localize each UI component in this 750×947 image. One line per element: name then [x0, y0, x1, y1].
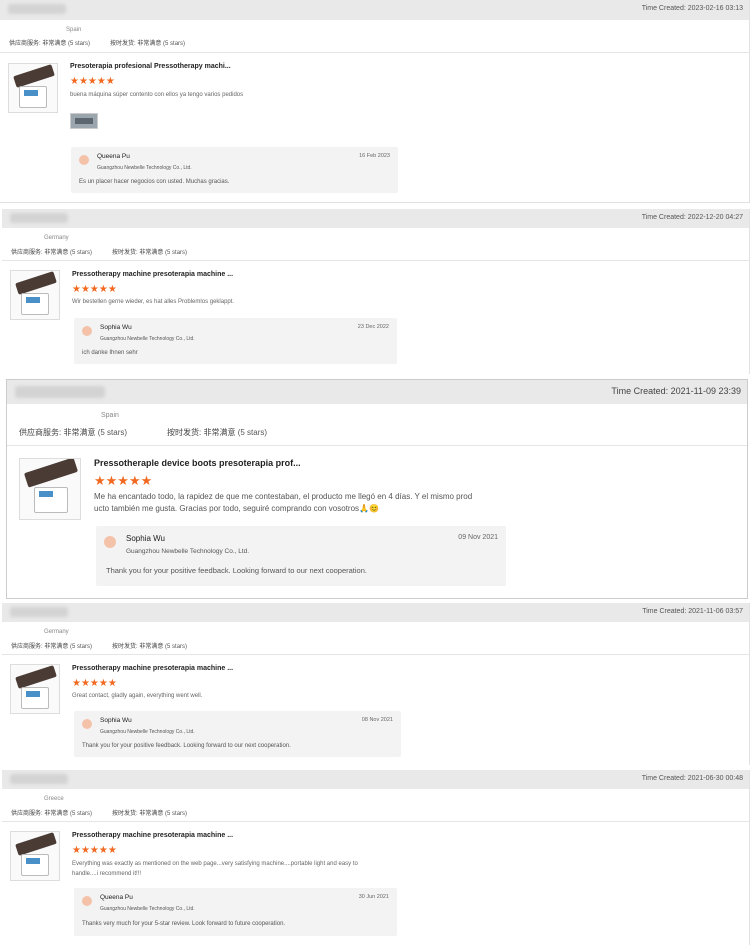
reviewer-name-blurred: [10, 213, 68, 223]
divider: [2, 654, 749, 655]
review-card: Time Created: 2022-12-20 04:27 Germany 供…: [2, 209, 750, 374]
time-created: Time Created: 2021-11-06 03:57: [642, 608, 743, 615]
supplier-service-rating: 供应商服务: 非常满意: [19, 428, 96, 437]
reply-company: Guangzhou Newbelle Technology Co., Ltd.: [100, 729, 195, 735]
reply-author: Sophia Wu: [100, 717, 132, 724]
ontime-shipping-rating: 按时发货: 非常满意: [167, 428, 236, 437]
rating-summary: 供应商服务: 非常满意 (5 stars) 按时发货: 非常满意 (5 star…: [11, 250, 188, 256]
reply-text: Thank you for your positive feedback. Lo…: [106, 566, 367, 575]
review-comment-line1: Me ha encantado todo, la rapidez de que …: [94, 492, 473, 501]
reply-company: Guangzhou Newbelle Technology Co., Ltd.: [97, 165, 192, 171]
supplier-logo-icon: [79, 155, 89, 165]
product-title-link[interactable]: Presoterapia profesional Pressotherapy m…: [70, 63, 231, 70]
divider: [2, 260, 749, 261]
reviewer-name-blurred: [15, 386, 105, 398]
reviewer-name-blurred: [8, 4, 66, 14]
reply-author: Sophia Wu: [126, 534, 165, 543]
reply-date: 23 Dec 2022: [357, 324, 389, 330]
reply-date: 09 Nov 2021: [458, 534, 498, 541]
review-stars: ★★★★★: [72, 678, 117, 689]
reply-company: Guangzhou Newbelle Technology Co., Ltd.: [100, 906, 195, 912]
rating-summary: 供应商服务: 非常满意 (5 stars) 按时发货: 非常满意 (5 star…: [11, 811, 188, 817]
supplier-service-rating: 供应商服务: 非常满意: [11, 250, 69, 256]
reviewer-country: Spain: [66, 27, 82, 33]
product-thumbnail[interactable]: [19, 458, 81, 520]
supplier-service-rating: 供应商服务: 非常满意: [9, 41, 67, 47]
product-title-link[interactable]: Pressotherapy machine presoterapia machi…: [72, 665, 233, 672]
reviewer-name-blurred: [10, 607, 68, 617]
supplier-service-rating: 供应商服务: 非常满意: [11, 811, 69, 817]
reply-text: Thank you for your positive feedback. Lo…: [82, 743, 291, 749]
review-stars: ★★★★★: [94, 473, 153, 488]
product-thumbnail[interactable]: [10, 664, 60, 714]
reviewer-country: Spain: [101, 412, 119, 419]
supplier-reply: Sophia Wu Guangzhou Newbelle Technology …: [74, 711, 401, 757]
ontime-shipping-rating: 按时发货: 非常满意: [112, 250, 164, 256]
reply-text: Es un placer hacer negocios con usted. M…: [79, 179, 230, 185]
supplier-logo-icon: [104, 536, 116, 548]
supplier-reply: Sophia Wu Guangzhou Newbelle Technology …: [96, 526, 506, 586]
review-card: Time Created: 2023-02-16 03:13 Spain 供应商…: [0, 0, 750, 203]
ontime-shipping-rating: 按时发货: 非常满意: [112, 811, 164, 817]
reply-author: Sophia Wu: [100, 324, 132, 331]
rating-summary: 供应商服务: 非常满意 (5 stars) 按时发货: 非常满意 (5 star…: [19, 428, 268, 437]
supplier-logo-icon: [82, 896, 92, 906]
reviewer-country: Germany: [44, 235, 69, 241]
ontime-shipping-rating: 按时发货: 非常满意: [110, 41, 162, 47]
product-thumbnail[interactable]: [10, 831, 60, 881]
review-comment-line2: ucto también me gusta. Gracias por todo,…: [94, 504, 379, 513]
reply-text: Thanks very much for your 5-star review.…: [82, 921, 286, 927]
supplier-logo-icon: [82, 719, 92, 729]
time-created: Time Created: 2021-06-30 00:48: [641, 775, 743, 782]
reply-date: 16 Feb 2023: [359, 153, 390, 159]
reviewer-country: Germany: [44, 629, 69, 635]
review-card: Time Created: 2021-11-09 23:39 Spain 供应商…: [6, 379, 748, 599]
rating-summary: 供应商服务: 非常满意 (5 stars) 按时发货: 非常满意 (5 star…: [9, 41, 186, 47]
divider: [0, 52, 749, 53]
review-stars: ★★★★★: [72, 845, 117, 856]
supplier-logo-icon: [82, 326, 92, 336]
review-header-bar: Time Created: 2021-11-09 23:39: [7, 380, 747, 404]
review-comment: Great contact, gladly again, everything …: [72, 693, 203, 699]
supplier-reply: Queena Pu Guangzhou Newbelle Technology …: [71, 147, 398, 193]
product-thumbnail[interactable]: [10, 270, 60, 320]
time-created: Time Created: 2022-12-20 04:27: [641, 214, 743, 221]
supplier-reply: Sophia Wu Guangzhou Newbelle Technology …: [74, 318, 397, 364]
reply-author: Queena Pu: [100, 894, 133, 901]
reply-text: ich danke Ihnen sehr: [82, 350, 138, 356]
review-header-bar: Time Created: 2022-12-20 04:27: [2, 209, 749, 228]
review-comment-line1: Everything was exactly as mentioned on t…: [72, 861, 358, 867]
review-header-bar: Time Created: 2023-02-16 03:13: [0, 0, 749, 20]
product-title-link[interactable]: Pressotherapy machine presoterapia machi…: [72, 832, 233, 839]
supplier-reply: Queena Pu Guangzhou Newbelle Technology …: [74, 888, 397, 936]
review-header-bar: Time Created: 2021-11-06 03:57: [2, 603, 749, 622]
product-title-link[interactable]: Pressotheraple device boots presoterapia…: [94, 458, 301, 468]
review-comment: buena máquina súper contento con ellos y…: [70, 92, 244, 98]
review-comment-line2: handle....i recommend it!!!: [72, 871, 142, 877]
review-comment: Wir bestellen gerne wieder, es hat alles…: [72, 299, 235, 305]
product-title-link[interactable]: Pressotherapy machine presoterapia machi…: [72, 271, 233, 278]
review-stars: ★★★★★: [72, 284, 117, 295]
time-created: Time Created: 2023-02-16 03:13: [641, 5, 743, 12]
supplier-service-rating: 供应商服务: 非常满意: [11, 644, 69, 650]
divider: [7, 445, 747, 446]
divider: [2, 821, 749, 822]
ontime-shipping-rating: 按时发货: 非常满意: [112, 644, 164, 650]
time-created: Time Created: 2021-11-09 23:39: [611, 386, 741, 396]
reply-company: Guangzhou Newbelle Technology Co., Ltd.: [126, 548, 250, 555]
review-stars: ★★★★★: [70, 76, 115, 87]
product-thumbnail[interactable]: [8, 63, 58, 113]
reply-author: Queena Pu: [97, 153, 130, 160]
reply-date: 08 Nov 2021: [361, 717, 393, 723]
rating-summary: 供应商服务: 非常满意 (5 stars) 按时发货: 非常满意 (5 star…: [11, 644, 188, 650]
reviewer-name-blurred: [10, 774, 68, 784]
review-photo-thumbnail[interactable]: [70, 113, 98, 129]
review-card: Time Created: 2021-11-06 03:57 Germany 供…: [2, 603, 750, 765]
review-header-bar: Time Created: 2021-06-30 00:48: [2, 770, 749, 789]
reply-date: 30 Jun 2021: [358, 894, 389, 900]
review-card: Time Created: 2021-06-30 00:48 Greece 供应…: [2, 770, 750, 945]
reviewer-country: Greece: [44, 796, 64, 802]
reply-company: Guangzhou Newbelle Technology Co., Ltd.: [100, 336, 195, 342]
